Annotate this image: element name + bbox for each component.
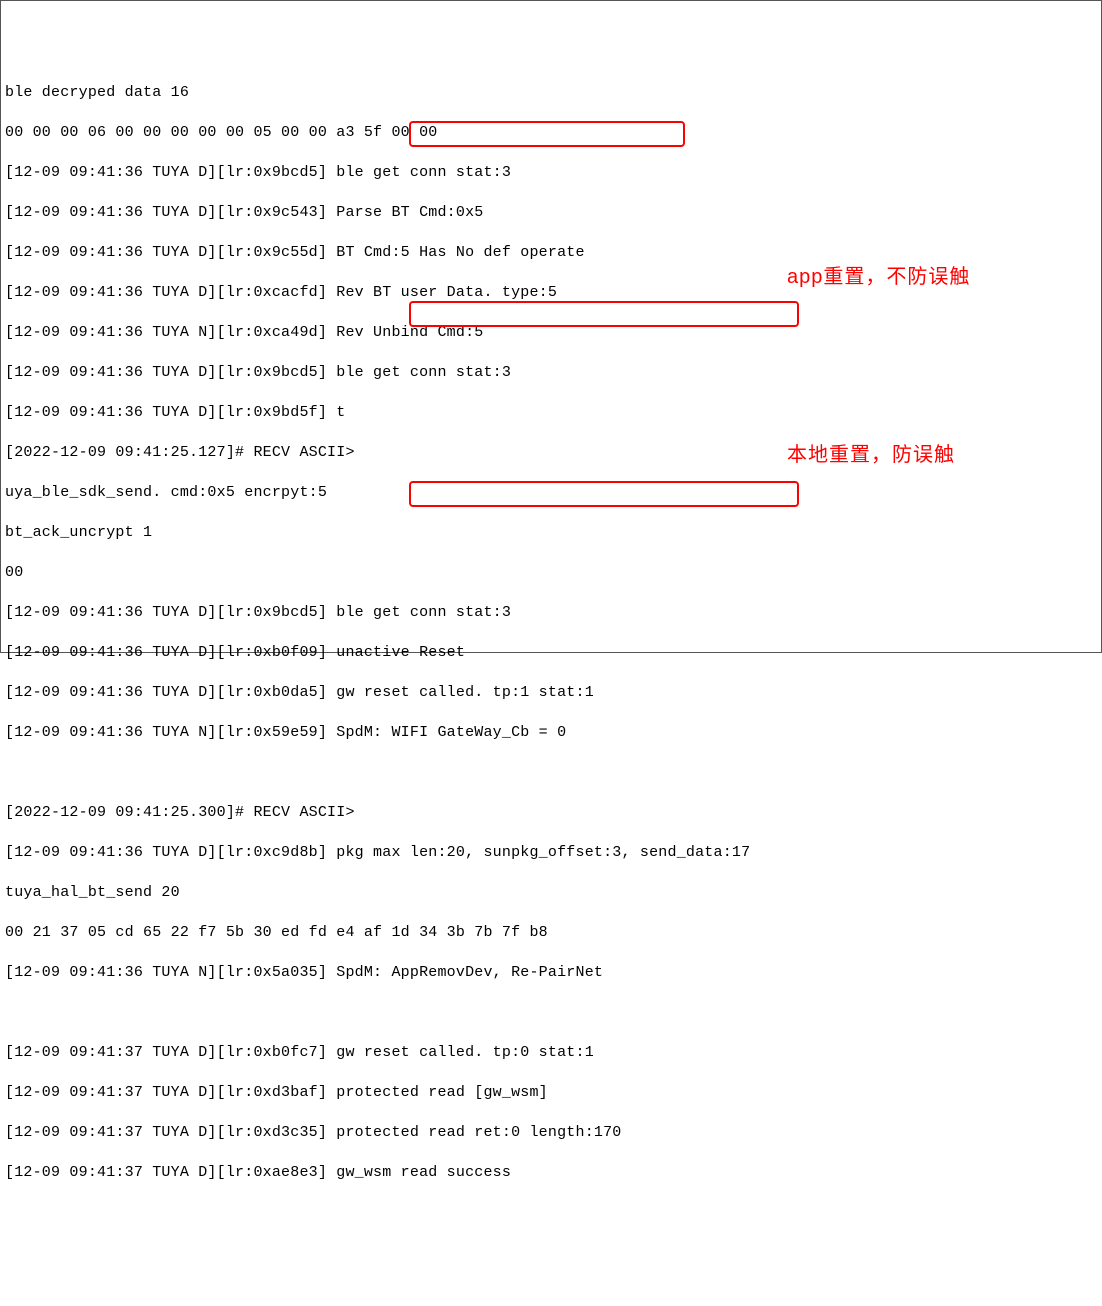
log-line: [2022-12-09 09:41:25.300]# RECV ASCII>: [5, 803, 1097, 823]
log-line: [12-09 09:41:36 TUYA D][lr:0xc9d8b] pkg …: [5, 843, 1097, 863]
log-line: [12-09 09:41:37 TUYA D][lr:0xb0fc7] gw r…: [5, 1043, 1097, 1063]
log-line: [12-09 09:41:36 TUYA N][lr:0x59e59] SpdM…: [5, 723, 1097, 743]
log-line: ble decryped data 16: [5, 83, 1097, 103]
log-line: [12-09 09:41:37 TUYA D][lr:0xd3baf] prot…: [5, 1083, 1097, 1103]
log-line: [12-09 09:41:36 TUYA N][lr:0xca49d] Rev …: [5, 323, 1097, 343]
log-line: [12-09 09:41:36 TUYA D][lr:0x9bcd5] ble …: [5, 363, 1097, 383]
log-line: [12-09 09:41:36 TUYA D][lr:0xb0da5] gw r…: [5, 683, 1097, 703]
log-line: uya_ble_sdk_send. cmd:0x5 encrpyt:5: [5, 483, 1097, 503]
log-line: [12-09 09:41:36 TUYA N][lr:0x5a035] SpdM…: [5, 963, 1097, 983]
annot-app-reset: app重置，不防误触: [787, 267, 970, 287]
log-line: [12-09 09:41:36 TUYA D][lr:0x9c55d] BT C…: [5, 243, 1097, 263]
log-line: tuya_hal_bt_send 20: [5, 883, 1097, 903]
log-line: bt_ack_uncrypt 1: [5, 523, 1097, 543]
log-line: [12-09 09:41:36 TUYA D][lr:0x9c543] Pars…: [5, 203, 1097, 223]
log-line: [12-09 09:41:36 TUYA D][lr:0x9bcd5] ble …: [5, 603, 1097, 623]
log-line: [12-09 09:41:36 TUYA D][lr:0xb0f09] unac…: [5, 643, 1097, 663]
log-line: [12-09 09:41:37 TUYA D][lr:0xd3c35] prot…: [5, 1123, 1097, 1143]
log-line: [12-09 09:41:36 TUYA D][lr:0x9bd5f] t: [5, 403, 1097, 423]
log-line: 00 00 00 06 00 00 00 00 00 05 00 00 a3 5…: [5, 123, 1097, 143]
log-line: 00 21 37 05 cd 65 22 f7 5b 30 ed fd e4 a…: [5, 923, 1097, 943]
log-line: [5, 763, 1097, 783]
log-line: 00: [5, 563, 1097, 583]
annot-local-reset: 本地重置，防误触: [787, 445, 955, 465]
log-line: [12-09 09:41:37 TUYA D][lr:0xae8e3] gw_w…: [5, 1163, 1097, 1183]
log-line: [5, 1003, 1097, 1023]
log-line: [12-09 09:41:36 TUYA D][lr:0x9bcd5] ble …: [5, 163, 1097, 183]
